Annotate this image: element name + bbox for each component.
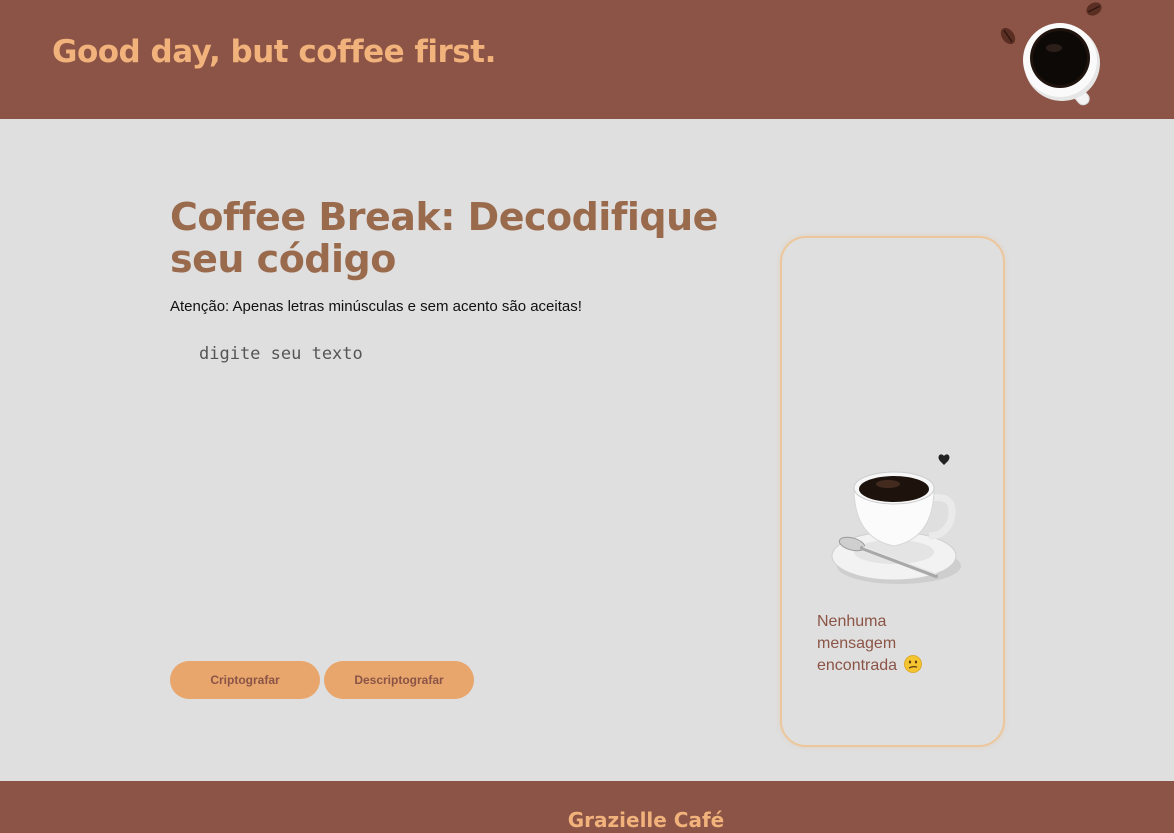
footer: Grazielle Café: [0, 781, 1174, 833]
encrypt-button[interactable]: Criptografar: [170, 661, 320, 699]
page-title: Coffee Break: Decodifique seu código: [170, 195, 718, 281]
text-input[interactable]: [170, 334, 730, 634]
result-card: Nenhuma mensagem encontrada: [780, 236, 1005, 747]
footer-title: Grazielle Café: [567, 808, 725, 832]
confused-face-icon: [903, 655, 922, 673]
result-message: Nenhuma mensagem encontrada: [817, 611, 947, 677]
result-message-text: Nenhuma mensagem encontrada: [817, 613, 898, 674]
decrypt-button[interactable]: Descriptografar: [324, 661, 474, 699]
warning-text: Atenção: Apenas letras minúsculas e sem …: [170, 298, 582, 315]
coffee-cup-icon: [1000, 2, 1102, 106]
header-title: Good day, but coffee first.: [52, 34, 496, 70]
coffee-cup-saucer-icon: [831, 454, 961, 584]
header: Good day, but coffee first.: [0, 0, 1174, 119]
